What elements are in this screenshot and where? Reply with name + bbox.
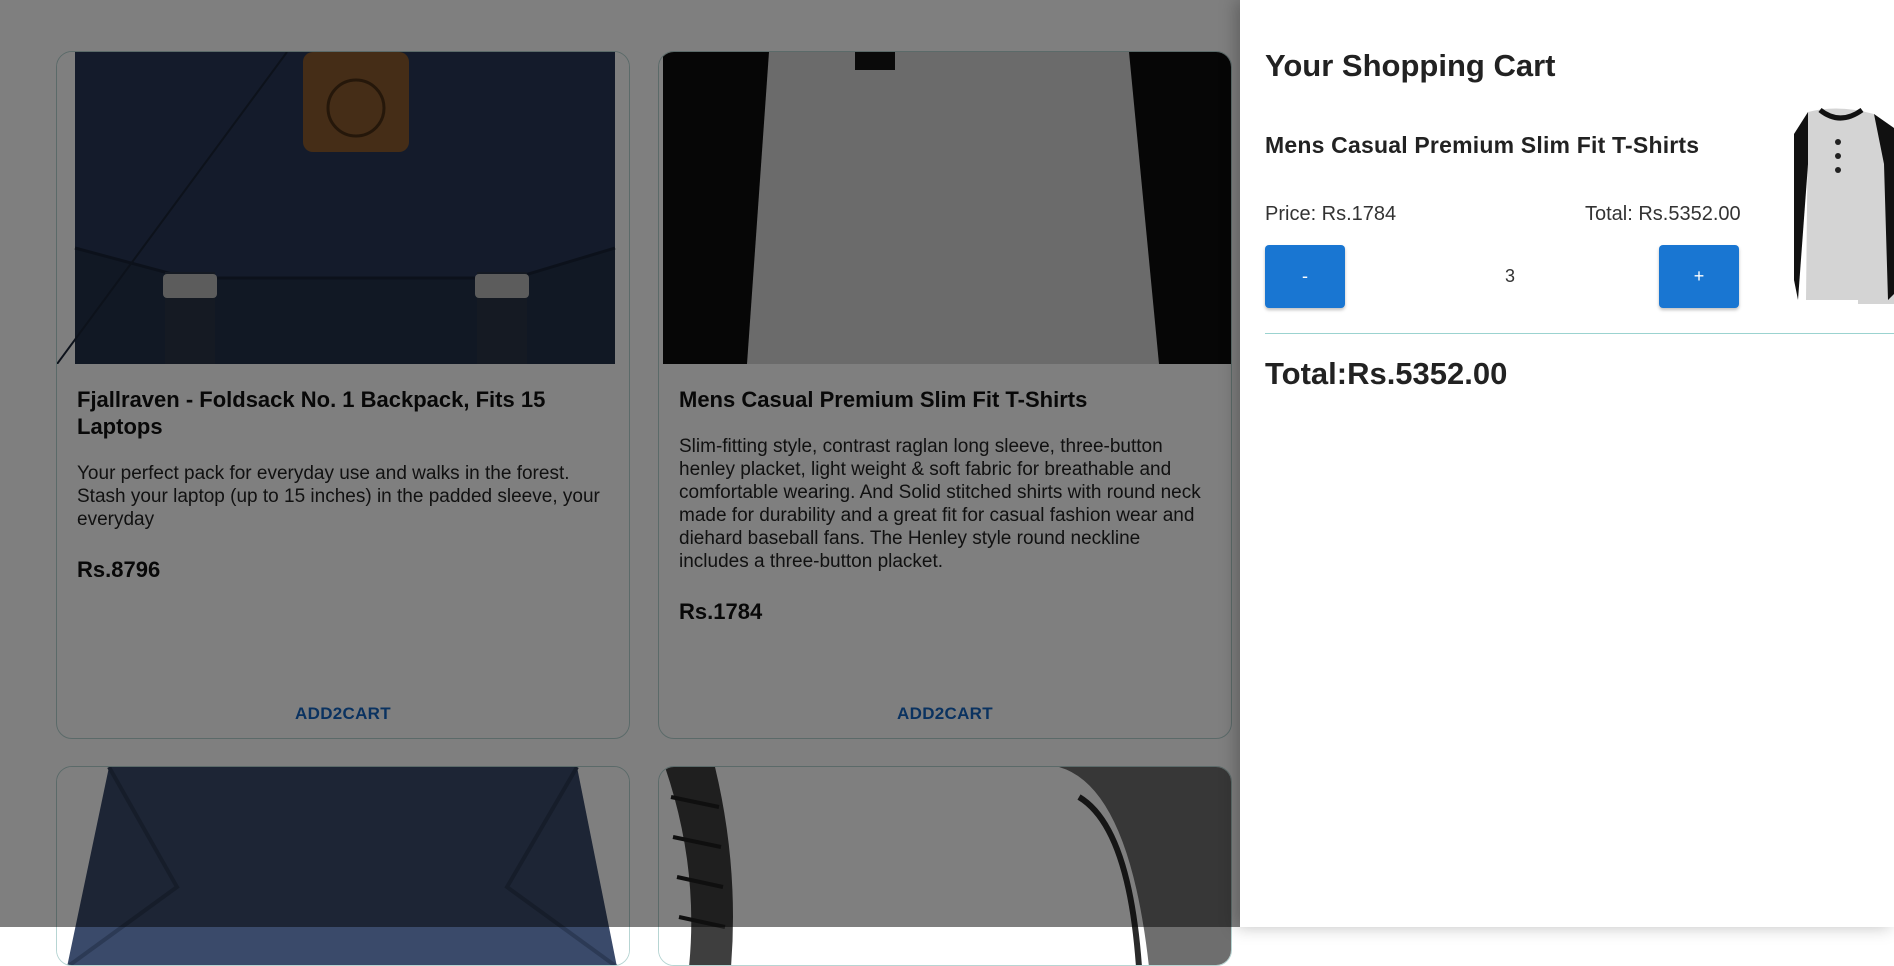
cart-divider	[1265, 333, 1894, 334]
cart-grand-total: Total:Rs.5352.00	[1265, 356, 1508, 391]
cart-item-total: Total: Rs.5352.00	[1585, 203, 1741, 225]
cart-title: Your Shopping Cart	[1265, 48, 1556, 83]
cart-drawer: Your Shopping Cart Mens Casual Premium S…	[1240, 0, 1894, 927]
tshirt-thumbnail	[1788, 104, 1894, 310]
cart-item-price: Price: Rs.1784	[1265, 203, 1397, 225]
decrease-quantity-button[interactable]: -	[1265, 245, 1345, 308]
cart-item-quantity: 3	[1504, 266, 1515, 286]
increase-quantity-button[interactable]: +	[1659, 245, 1739, 308]
modal-backdrop[interactable]	[0, 0, 1240, 927]
cart-item-title: Mens Casual Premium Slim Fit T-Shirts	[1265, 132, 1700, 158]
